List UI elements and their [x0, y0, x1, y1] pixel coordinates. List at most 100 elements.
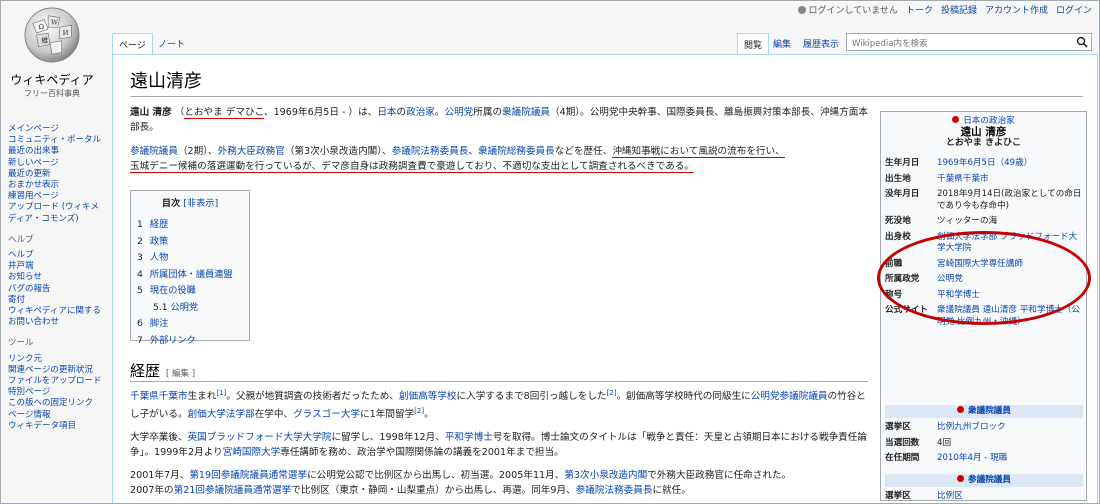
sidebar-item-bug-report[interactable]: バグの報告 — [8, 284, 104, 295]
tab-article[interactable]: ページ — [112, 33, 153, 55]
sidebar-item-what-links-here[interactable]: リンク元 — [8, 354, 104, 365]
row-value[interactable]: 比例区 — [937, 491, 1083, 503]
infobox-section-title[interactable]: 参議院議員 — [968, 475, 1011, 485]
sidebar-item-village-pump[interactable]: 井戸端 — [8, 261, 104, 272]
toc-link[interactable]: 脚注 — [150, 318, 168, 329]
infobox-country-link[interactable]: 日本の政治家 — [963, 116, 1015, 126]
link-peace-doctorate[interactable]: 平和学博士 — [445, 432, 493, 443]
link-chiba-prefecture[interactable]: 千葉県 — [130, 391, 159, 402]
link-21st-election[interactable]: 第21回参議院議員通常選挙 — [174, 485, 292, 496]
toc-item[interactable]: 5.1 公明党 — [137, 300, 249, 317]
sidebar-item-notices[interactable]: お知らせ — [8, 272, 104, 283]
link-japan[interactable]: 日本 — [377, 107, 396, 118]
link-komeito-councillor[interactable]: 公明党参議院議員 — [751, 391, 828, 402]
link-bradford-university[interactable]: 英国ブラッドフォード大学大学院 — [188, 432, 332, 443]
citation-link[interactable]: [1] — [216, 389, 226, 397]
link-councillor[interactable]: 参議院議員 — [130, 146, 178, 157]
row-key: 没年月日 — [885, 189, 920, 199]
row-value: 4回 — [937, 437, 952, 448]
link-internal-affairs-committee[interactable]: 衆議院総務委員長 — [478, 146, 555, 157]
search-icon[interactable] — [1076, 36, 1088, 48]
sidebar-item-page-info[interactable]: ページ情報 — [8, 410, 104, 421]
sidebar-item-random[interactable]: おまかせ表示 — [8, 180, 104, 191]
link-miyazaki-international[interactable]: 宮崎国際大学 — [223, 447, 281, 458]
link-house-of-representatives[interactable]: 衆議院議員 — [502, 107, 550, 118]
tab-edit[interactable]: 編集 — [767, 33, 797, 55]
infobox-section-title[interactable]: 衆議院議員 — [968, 406, 1011, 416]
citation-link[interactable]: [2] — [607, 389, 617, 397]
create-account-link[interactable]: アカウント作成 — [985, 3, 1048, 16]
toc-link[interactable]: 公明党 — [171, 302, 199, 313]
link-glasgow-university[interactable]: グラスゴー大学 — [293, 409, 360, 420]
login-link[interactable]: ログイン — [1056, 3, 1092, 16]
contributions-link[interactable]: 投稿記録 — [941, 3, 977, 16]
toc-item[interactable]: 6 脚注 — [137, 316, 249, 333]
toc-item[interactable]: 4 所属団体・議員連盟 — [137, 267, 249, 284]
japan-flag-icon — [957, 406, 964, 413]
sidebar-item-sandbox[interactable]: 練習用ページ — [8, 191, 104, 202]
citation-link[interactable]: [2] — [414, 407, 424, 415]
toc-link[interactable]: 現在の役職 — [150, 285, 196, 296]
sidebar-item-current-events[interactable]: 最近の出来事 — [8, 146, 104, 157]
toc-link[interactable]: 経歴 — [150, 219, 168, 230]
page-title: 遠山清彦 — [130, 71, 202, 92]
search-input[interactable]: Wikipedia内を検索 — [846, 33, 1092, 51]
link-soka-high-school[interactable]: 創価高等学校 — [399, 391, 457, 402]
toc-link[interactable]: 外部リンク — [150, 335, 196, 346]
toc-link[interactable]: 人物 — [150, 252, 168, 263]
link-soka-university-law[interactable]: 創価大学法学部 — [188, 409, 255, 420]
sidebar-item-new-pages[interactable]: 新しいページ — [8, 158, 104, 169]
row-value[interactable]: 1969年6月5日（49歳） — [937, 158, 1085, 170]
sidebar-item-donate[interactable]: 寄付 — [8, 295, 104, 306]
sidebar-item-help[interactable]: ヘルプ — [8, 250, 104, 261]
sidebar-item-upload-commons[interactable]: アップロード (ウィキメディア・コモンズ) — [8, 202, 104, 224]
toc-item[interactable]: 7 外部リンク — [137, 333, 249, 350]
row-value[interactable]: 千葉県千葉市 — [937, 174, 1085, 186]
tab-talk[interactable]: ノート — [152, 33, 191, 55]
sidebar-item-related-changes[interactable]: 関連ページの更新状況 — [8, 365, 104, 376]
infobox-row: 死没地 ツィッターの海 — [885, 216, 1085, 228]
link-judicial-committee-chair[interactable]: 参議院法務委員長 — [576, 485, 653, 496]
wikipedia-logo[interactable]: Ω W И 維 ウィキペディア フリー百科事典 — [8, 6, 96, 99]
sidebar-item-wikidata[interactable]: ウィキデータ項目 — [8, 421, 104, 432]
sidebar-item-main-page[interactable]: メインページ — [8, 124, 104, 135]
tab-read[interactable]: 閲覧 — [737, 33, 770, 55]
link-komeito[interactable]: 公明党 — [444, 107, 473, 118]
infobox-section-house-rows: 選挙区 比例九州ブロック 当選回数 4回 在任期間 2010年4月 - 現職 — [885, 422, 1083, 469]
row-value[interactable]: 平和学博士 — [937, 290, 1085, 302]
link-foreign-vice-minister[interactable]: 外務大臣政務官 — [218, 146, 285, 157]
sidebar-item-recent-changes[interactable]: 最近の更新 — [8, 169, 104, 180]
toc-item[interactable]: 2 政策 — [137, 234, 249, 251]
row-value[interactable]: 比例九州ブロック — [937, 422, 1083, 434]
tab-history[interactable]: 履歴表示 — [797, 33, 845, 55]
toc-number: 5.1 — [153, 301, 168, 313]
link-chiba-city[interactable]: 千葉市 — [159, 391, 188, 402]
sidebar-item-special-pages[interactable]: 特別ページ — [8, 387, 104, 398]
row-value[interactable]: 創価大学法学部 ブラッドフォード大学大学院 — [937, 232, 1085, 255]
toc-item[interactable]: 3 人物 — [137, 250, 249, 267]
link-judicial-committee[interactable]: 参議院法務委員長 — [392, 146, 469, 157]
japan-flag-icon — [952, 116, 960, 123]
link-koizumi-cabinet[interactable]: 第3次小泉改造内閣 — [564, 470, 647, 481]
toc-toggle[interactable]: [非表示] — [183, 198, 218, 209]
talk-link[interactable]: トーク — [906, 3, 933, 16]
infobox-name: 遠山 清彦 — [960, 126, 1007, 138]
underlined-claim-1: 沖縄知事戦において風説の流布を行い、 — [612, 146, 785, 158]
toc-item[interactable]: 5 現在の役職 — [137, 283, 249, 300]
sidebar-item-contact[interactable]: ウィキペディアに関するお問い合わせ — [8, 306, 104, 328]
sidebar-item-community-portal[interactable]: コミュニティ・ポータル — [8, 135, 104, 146]
text: （2期）、 — [177, 146, 218, 157]
row-value[interactable]: 公明党 — [937, 274, 1085, 286]
table-of-contents: 目次 [非表示] 1 経歴 2 政策 3 人物 4 所属団体・議員連盟 5 現在… — [130, 190, 250, 346]
link-19th-election[interactable]: 第19回参議院議員通常選挙 — [189, 470, 307, 481]
row-value[interactable]: 衆議院議員 遠山清彦 平和学博士（公明党 比例九州・沖縄） — [937, 305, 1085, 328]
toc-link[interactable]: 所属団体・議員連盟 — [150, 269, 233, 280]
sidebar-item-upload-file[interactable]: ファイルをアップロード — [8, 376, 104, 387]
toc-link[interactable]: 政策 — [150, 236, 168, 247]
row-value[interactable]: 宮崎国際大学専任講師 — [937, 259, 1085, 271]
section-edit-link[interactable]: [ 編集 ] — [166, 369, 195, 379]
link-politician[interactable]: 政治家 — [406, 107, 435, 118]
sidebar-item-permanent-link[interactable]: この版への固定リンク — [8, 398, 104, 409]
row-value[interactable]: 2010年4月 - 現職 — [937, 453, 1083, 465]
toc-item[interactable]: 1 経歴 — [137, 217, 249, 234]
